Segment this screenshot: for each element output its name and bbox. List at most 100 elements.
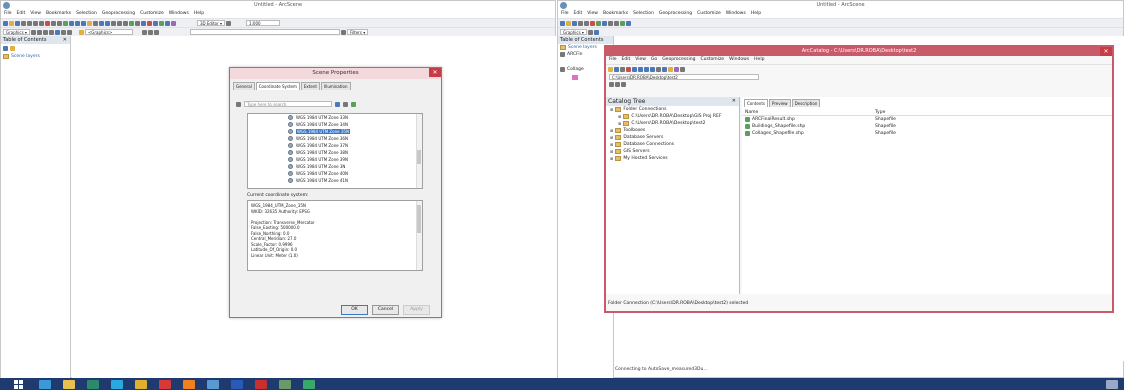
details-icon[interactable] xyxy=(644,66,649,72)
content-row[interactable]: ARCFinalResult.shp Shapefile xyxy=(742,116,1112,123)
globe-icon[interactable] xyxy=(335,101,340,107)
col-type-header[interactable]: Type xyxy=(875,109,885,115)
thumbnails-icon[interactable] xyxy=(650,66,655,72)
coord-list-item[interactable]: WGS 1984 UTM Zone 35N xyxy=(248,128,422,135)
filters-tool-icon[interactable] xyxy=(340,29,346,35)
full-extent-icon[interactable] xyxy=(129,20,134,26)
coord-list-item[interactable]: WGS 1984 UTM Zone 40N xyxy=(248,170,422,177)
expand-icon[interactable]: ⊞ xyxy=(610,149,613,154)
r-menu-file[interactable]: File xyxy=(561,11,569,16)
expand-icon[interactable]: ⊞ xyxy=(610,142,613,147)
scene-layers-item[interactable]: Scene layers xyxy=(1,53,70,60)
r-cut-icon[interactable] xyxy=(584,20,589,26)
undo-icon[interactable] xyxy=(51,20,56,26)
windows-start-icon[interactable] xyxy=(14,379,23,389)
word-icon[interactable] xyxy=(231,379,243,389)
menu-edit[interactable]: Edit xyxy=(17,11,26,16)
target-icon[interactable] xyxy=(105,20,110,26)
table-icon[interactable] xyxy=(69,20,74,26)
toc-close-icon[interactable]: ✕ xyxy=(63,36,67,44)
fill-color-icon[interactable] xyxy=(54,29,60,35)
add-favorite-icon[interactable] xyxy=(343,101,348,107)
add-data-icon[interactable] xyxy=(63,20,68,26)
r-new-icon[interactable] xyxy=(560,20,565,26)
font-color-icon[interactable] xyxy=(66,29,72,35)
tree-close-icon[interactable]: ✕ xyxy=(732,97,736,106)
select-icon[interactable] xyxy=(135,20,140,26)
keyboard-tray-icon[interactable] xyxy=(1106,379,1118,389)
arcmap-icon[interactable] xyxy=(207,379,219,389)
tab-description[interactable]: Description xyxy=(791,99,821,107)
r-menu-bookmarks[interactable]: Bookmarks xyxy=(603,11,628,16)
coord-list-item[interactable]: WGS 1984 UTM Zone 34N xyxy=(248,121,422,128)
r-open-icon[interactable] xyxy=(566,20,571,26)
c-search-icon[interactable] xyxy=(668,66,673,72)
expand-icon[interactable]: ⊞ xyxy=(610,156,613,161)
menu-geoprocessing[interactable]: Geoprocessing xyxy=(102,11,135,16)
coord-list-item[interactable]: WGS 1984 UTM Zone 41N xyxy=(248,177,422,184)
c-delete-icon[interactable] xyxy=(626,66,631,72)
skype-icon[interactable] xyxy=(111,379,123,389)
catalog-close-button[interactable]: ✕ xyxy=(1100,47,1112,56)
menu-help[interactable]: Help xyxy=(194,11,204,16)
filter-icon[interactable] xyxy=(236,101,241,107)
rotate-icon[interactable] xyxy=(36,29,42,35)
c-menu-geoprocessing[interactable]: Geoprocessing xyxy=(662,57,695,62)
expand-icon[interactable]: ⊞ xyxy=(618,114,621,119)
menu-windows[interactable]: Windows xyxy=(169,11,189,16)
tab-coordinate-system[interactable]: Coordinate System xyxy=(255,82,300,90)
arccatalog-taskbar-icon[interactable] xyxy=(303,379,315,389)
content-row[interactable]: Buildings_Shapefile.shp Shapefile xyxy=(742,123,1112,130)
pan-icon[interactable] xyxy=(123,20,128,26)
coord-list-item[interactable]: WGS 1984 UTM Zone 36N xyxy=(248,135,422,142)
tree-item[interactable]: ⊞ Database Servers xyxy=(606,134,739,141)
cancel-button[interactable]: Cancel xyxy=(372,305,399,315)
text-icon[interactable] xyxy=(48,29,54,35)
ok-button[interactable]: OK xyxy=(341,305,368,315)
r-draw-icon[interactable] xyxy=(587,29,593,35)
coord-list-item[interactable]: WGS 1984 UTM Zone 33N xyxy=(248,114,422,121)
save-icon[interactable] xyxy=(15,20,20,26)
r-save-icon[interactable] xyxy=(572,20,577,26)
arctoolbox-icon[interactable] xyxy=(171,20,176,26)
up-level-icon[interactable] xyxy=(608,66,613,72)
style-icon[interactable] xyxy=(141,29,147,35)
expand-icon[interactable]: ⊞ xyxy=(610,135,613,140)
identify-icon[interactable] xyxy=(141,20,146,26)
c-menu-go[interactable]: Go xyxy=(651,57,657,62)
large-icons-icon[interactable] xyxy=(632,66,637,72)
paste-icon[interactable] xyxy=(39,20,44,26)
r-add-data-icon[interactable] xyxy=(596,20,601,26)
connect-folder-icon[interactable] xyxy=(614,66,619,72)
r-menu-edit[interactable]: Edit xyxy=(574,11,583,16)
launch-arcmap-icon[interactable] xyxy=(656,66,661,72)
details-scroll-thumb[interactable] xyxy=(417,205,421,233)
fly-icon[interactable] xyxy=(99,20,104,26)
navigate-icon[interactable] xyxy=(93,20,98,26)
tree-item[interactable]: ⊞ GIS Servers xyxy=(606,148,739,155)
tab-preview[interactable]: Preview xyxy=(769,99,791,107)
toc-toggle-icon[interactable] xyxy=(165,20,170,26)
col-name-header[interactable]: Name xyxy=(745,109,875,115)
menu-customize[interactable]: Customize xyxy=(140,11,164,16)
graphics-dropdown[interactable]: Graphics ▾ xyxy=(3,29,30,35)
coord-list-scrollbar[interactable] xyxy=(416,114,422,188)
r-extent-icon[interactable] xyxy=(620,20,625,26)
c-toolbox-icon[interactable] xyxy=(674,66,679,72)
checkbox-icon-2[interactable] xyxy=(560,67,565,72)
scale-box[interactable]: 1:000 xyxy=(246,20,281,26)
tab-general[interactable]: General xyxy=(233,82,255,90)
c-menu-customize[interactable]: Customize xyxy=(700,57,724,62)
r-graphics-dropdown[interactable]: Graphics ▾ xyxy=(560,29,587,35)
tab-extent[interactable]: Extent xyxy=(300,82,320,90)
tree-item[interactable]: ⊞ C:\Users\DR.ROBA\Desktop\test2 xyxy=(606,120,739,127)
animation-icon[interactable] xyxy=(159,20,164,26)
symbol-icon[interactable] xyxy=(153,29,159,35)
tree-item[interactable]: ⊞ Toolboxes xyxy=(606,127,739,134)
location-input[interactable]: C:\Users\DR.ROBA\Desktop\test2 xyxy=(609,74,759,80)
r-fill-icon[interactable] xyxy=(593,29,599,35)
chrome-icon[interactable] xyxy=(135,379,147,389)
r-identify-icon[interactable] xyxy=(626,20,631,26)
store-icon[interactable] xyxy=(87,379,99,389)
r-menu-view[interactable]: View xyxy=(587,11,598,16)
